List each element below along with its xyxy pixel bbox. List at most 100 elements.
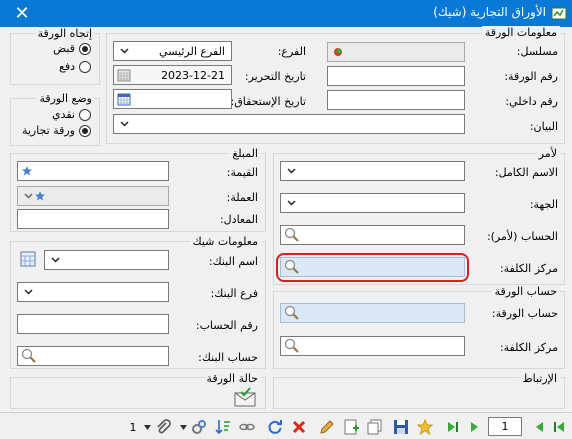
account-no-label: رقم الحساب:	[195, 319, 258, 332]
sort-button[interactable]	[214, 418, 232, 436]
delete-button[interactable]	[290, 418, 308, 436]
paper-account-title: حساب الورقة	[491, 285, 560, 298]
value-star-icon[interactable]	[21, 165, 33, 177]
refresh-button[interactable]	[266, 418, 284, 436]
copy-button[interactable]	[366, 418, 384, 436]
radio-cash-label: نقدي	[51, 108, 75, 121]
refresh-icon	[268, 420, 282, 434]
paper-state-title: حالة الورقة	[203, 372, 261, 385]
internal-no-label: رقم داخلي:	[505, 95, 558, 108]
due-date-calendar-icon[interactable]	[117, 92, 131, 106]
edit-date-field[interactable]: 2023-12-21	[113, 65, 232, 85]
branch-select[interactable]: الفرع الرئيسي	[113, 41, 232, 61]
chain-icon	[239, 423, 255, 431]
save-button[interactable]	[392, 418, 410, 436]
branch-label: الفرع:	[277, 45, 306, 58]
page-input[interactable]: 1	[488, 417, 522, 436]
close-button[interactable]: ✕	[0, 0, 44, 27]
nav-last-button[interactable]	[444, 418, 462, 436]
new-button[interactable]	[342, 418, 360, 436]
account-no-field[interactable]	[17, 314, 169, 334]
statement-field[interactable]	[113, 114, 465, 134]
envelope-icon[interactable]	[233, 387, 257, 407]
statement-chevron-down-icon[interactable]	[117, 117, 131, 131]
serial-field[interactable]	[327, 42, 465, 62]
radio-receive[interactable]	[79, 43, 91, 55]
paper-cost-center-label: مركز الكلفة:	[499, 341, 558, 354]
nav-first-button[interactable]	[550, 418, 568, 436]
currency-chevron-down-icon[interactable]	[21, 189, 35, 203]
paper-account-field[interactable]	[280, 303, 465, 323]
link-title: الإرتباط	[519, 372, 560, 385]
copy-icon	[367, 419, 382, 435]
serial-label: مسلسل:	[516, 45, 558, 58]
paper-no-field[interactable]	[327, 66, 465, 86]
bank-lookup-icon[interactable]	[20, 251, 36, 267]
close-icon: ✕	[14, 3, 30, 24]
paper-status-title: وضع الورقة	[36, 92, 95, 105]
branch-value: الفرع الرئيسي	[159, 45, 225, 58]
nav-next-button[interactable]	[466, 418, 484, 436]
amount-title: المبلغ	[229, 147, 261, 160]
save-icon	[394, 420, 408, 434]
order-title: لأمر	[535, 147, 560, 160]
entity-field[interactable]	[280, 193, 465, 213]
internal-no-field[interactable]	[327, 90, 465, 110]
tools-chevron-down-icon	[179, 424, 187, 430]
star-icon	[417, 419, 433, 435]
bank-name-label: اسم البنك:	[208, 255, 258, 268]
favorite-button[interactable]	[416, 418, 434, 436]
link-button[interactable]	[238, 418, 256, 436]
tools-icon	[192, 420, 206, 434]
radio-cash[interactable]	[79, 109, 91, 121]
bank-name-field[interactable]	[44, 250, 169, 270]
full-name-chevron-down-icon[interactable]	[284, 164, 298, 178]
radio-commercial[interactable]	[79, 125, 91, 137]
sort-icon	[215, 420, 230, 435]
edit-date-label: تاريخ التحرير:	[244, 70, 306, 83]
entity-chevron-down-icon[interactable]	[284, 196, 298, 210]
order-account-field[interactable]	[280, 225, 465, 245]
value-field[interactable]	[17, 161, 169, 181]
bank-account-label: حساب البنك:	[198, 351, 258, 364]
edit-date-calendar-icon[interactable]	[117, 68, 131, 82]
paper-info-title: معلومات الورقة	[481, 26, 560, 39]
radio-pay[interactable]	[79, 61, 91, 73]
paper-account-search-icon[interactable]	[284, 305, 300, 321]
bank-account-search-icon[interactable]	[21, 348, 37, 364]
order-cost-center-field[interactable]	[280, 257, 465, 277]
bank-branch-chevron-down-icon[interactable]	[21, 285, 35, 299]
bank-account-field[interactable]	[17, 346, 169, 366]
attachment-chevron-down-icon	[143, 424, 151, 430]
tools-button[interactable]	[190, 418, 208, 436]
paper-state-group: حالة الورقة	[10, 372, 266, 409]
order-account-search-icon[interactable]	[284, 227, 300, 243]
paper-cost-center-search-icon[interactable]	[284, 338, 300, 354]
attachment-button[interactable]	[154, 418, 172, 436]
bank-branch-label: فرع البنك:	[210, 287, 258, 300]
bank-branch-field[interactable]	[17, 282, 169, 302]
last-record-icon	[448, 422, 458, 432]
order-cost-center-search-icon[interactable]	[284, 259, 300, 275]
due-date-field[interactable]	[113, 89, 232, 109]
paperclip-icon	[157, 419, 171, 434]
branch-chevron-down-icon[interactable]	[117, 44, 131, 58]
direction-group: إتجاه الورقة قبض دفع	[10, 27, 100, 85]
tools-dropdown[interactable]	[178, 418, 188, 436]
edit-button[interactable]	[318, 418, 336, 436]
direction-title: إتجاه الورقة	[34, 27, 95, 40]
check-info-title: معلومات شيك	[189, 235, 261, 248]
currency-star-icon[interactable]	[34, 190, 46, 202]
app-icon	[551, 7, 567, 20]
next-record-icon	[471, 422, 478, 432]
full-name-field[interactable]	[280, 161, 465, 181]
attachment-dropdown[interactable]	[142, 418, 152, 436]
paper-cost-center-field[interactable]	[280, 336, 465, 356]
window-title: الأوراق التجارية (شيك)	[433, 5, 546, 19]
equivalent-field[interactable]	[17, 209, 169, 229]
equivalent-label: المعادل:	[219, 213, 258, 226]
currency-field[interactable]	[17, 186, 169, 206]
edit-date-value: 2023-12-21	[161, 69, 225, 82]
nav-prev-button[interactable]	[530, 418, 548, 436]
bank-name-chevron-down-icon[interactable]	[48, 253, 62, 267]
